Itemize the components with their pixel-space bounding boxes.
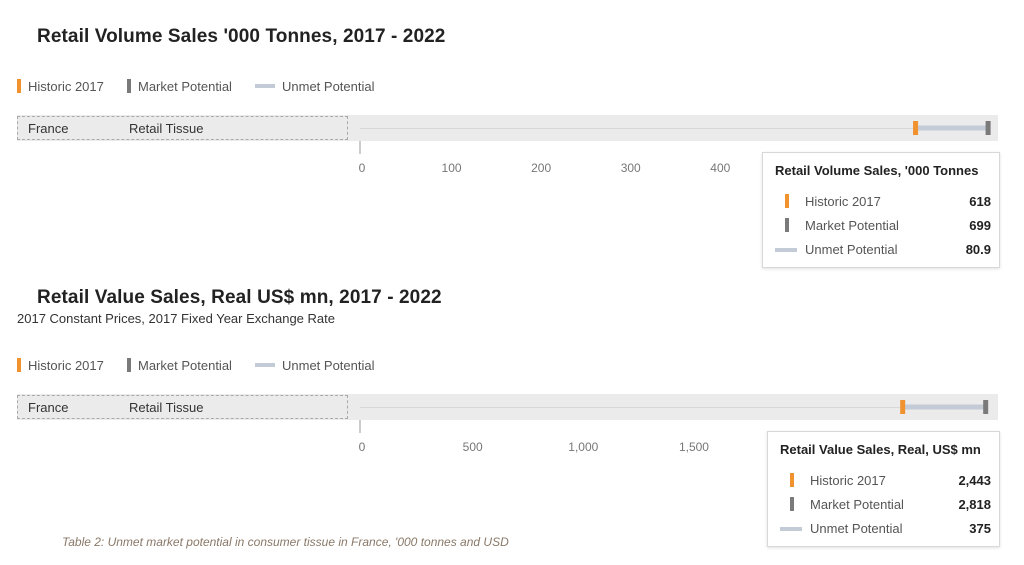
tooltip: Retail Volume Sales, '000 Tonnes Histori… — [762, 152, 1000, 268]
x-tick-label: 400 — [710, 161, 730, 175]
x-tick-label: 0 — [359, 161, 366, 175]
tooltip-value: 80.9 — [965, 242, 991, 257]
tooltip-row-historic: Historic 2017 618 — [775, 193, 991, 211]
tooltip-row-unmet: Unmet Potential 375 — [780, 520, 991, 538]
tooltip-value: 375 — [969, 521, 991, 536]
x-tick-label: 1,000 — [568, 440, 598, 454]
legend-label: Historic 2017 — [28, 358, 104, 373]
potential-swatch — [790, 497, 794, 511]
tooltip-value: 2,443 — [958, 473, 991, 488]
tooltip-value: 2,818 — [958, 497, 991, 512]
historic-marker — [900, 400, 906, 414]
x-tick-label: 0 — [359, 440, 366, 454]
legend-item-potential[interactable]: Market Potential — [127, 79, 232, 94]
tooltip-label: Unmet Potential — [805, 242, 898, 257]
x-tick-label: 500 — [463, 440, 483, 454]
legend-item-historic[interactable]: Historic 2017 — [17, 358, 104, 373]
potential-marker — [983, 400, 989, 414]
figure-caption: Table 2: Unmet market potential in consu… — [62, 535, 509, 549]
historic-swatch — [17, 79, 21, 93]
tooltip-label: Unmet Potential — [810, 521, 903, 536]
historic-swatch — [790, 473, 794, 487]
tooltip-value: 618 — [969, 194, 991, 209]
tooltip-label: Market Potential — [805, 218, 899, 233]
tooltip: Retail Value Sales, Real, US$ mn Histori… — [767, 431, 1000, 547]
tooltip-label: Historic 2017 — [810, 473, 886, 488]
legend-item-historic[interactable]: Historic 2017 — [17, 79, 104, 94]
legend-label: Unmet Potential — [282, 79, 375, 94]
chart-title: Retail Value Sales, Real US$ mn, 2017 - … — [37, 287, 442, 308]
x-tick-label: 300 — [621, 161, 641, 175]
x-tick-label: 100 — [442, 161, 462, 175]
potential-swatch — [127, 358, 131, 372]
tooltip-title: Retail Value Sales, Real, US$ mn — [780, 442, 981, 457]
historic-swatch — [17, 358, 21, 372]
x-tick-label: 200 — [531, 161, 551, 175]
legend-item-unmet[interactable]: Unmet Potential — [255, 79, 375, 94]
legend-label: Unmet Potential — [282, 358, 375, 373]
unmet-swatch — [255, 363, 275, 367]
tooltip-row-unmet: Unmet Potential 80.9 — [775, 241, 991, 259]
unmet-swatch — [780, 527, 802, 531]
historic-swatch — [785, 194, 789, 208]
tooltip-label: Market Potential — [810, 497, 904, 512]
tooltip-row-historic: Historic 2017 2,443 — [780, 472, 991, 490]
legend-label: Market Potential — [138, 79, 232, 94]
tooltip-title: Retail Volume Sales, '000 Tonnes — [775, 163, 979, 178]
historic-marker — [913, 121, 919, 135]
unmet-swatch — [255, 84, 275, 88]
tooltip-row-potential: Market Potential 2,818 — [780, 496, 991, 514]
legend-label: Historic 2017 — [28, 79, 104, 94]
tooltip-row-potential: Market Potential 699 — [775, 217, 991, 235]
unmet-swatch — [775, 248, 797, 252]
tooltip-label: Historic 2017 — [805, 194, 881, 209]
x-tick-label: 1,500 — [679, 440, 709, 454]
tooltip-value: 699 — [969, 218, 991, 233]
potential-swatch — [785, 218, 789, 232]
potential-swatch — [127, 79, 131, 93]
legend-item-unmet[interactable]: Unmet Potential — [255, 358, 375, 373]
chart-title: Retail Volume Sales '000 Tonnes, 2017 - … — [37, 26, 446, 47]
legend-item-potential[interactable]: Market Potential — [127, 358, 232, 373]
chart-subtitle: 2017 Constant Prices, 2017 Fixed Year Ex… — [17, 311, 335, 326]
legend-label: Market Potential — [138, 358, 232, 373]
potential-marker — [985, 121, 991, 135]
